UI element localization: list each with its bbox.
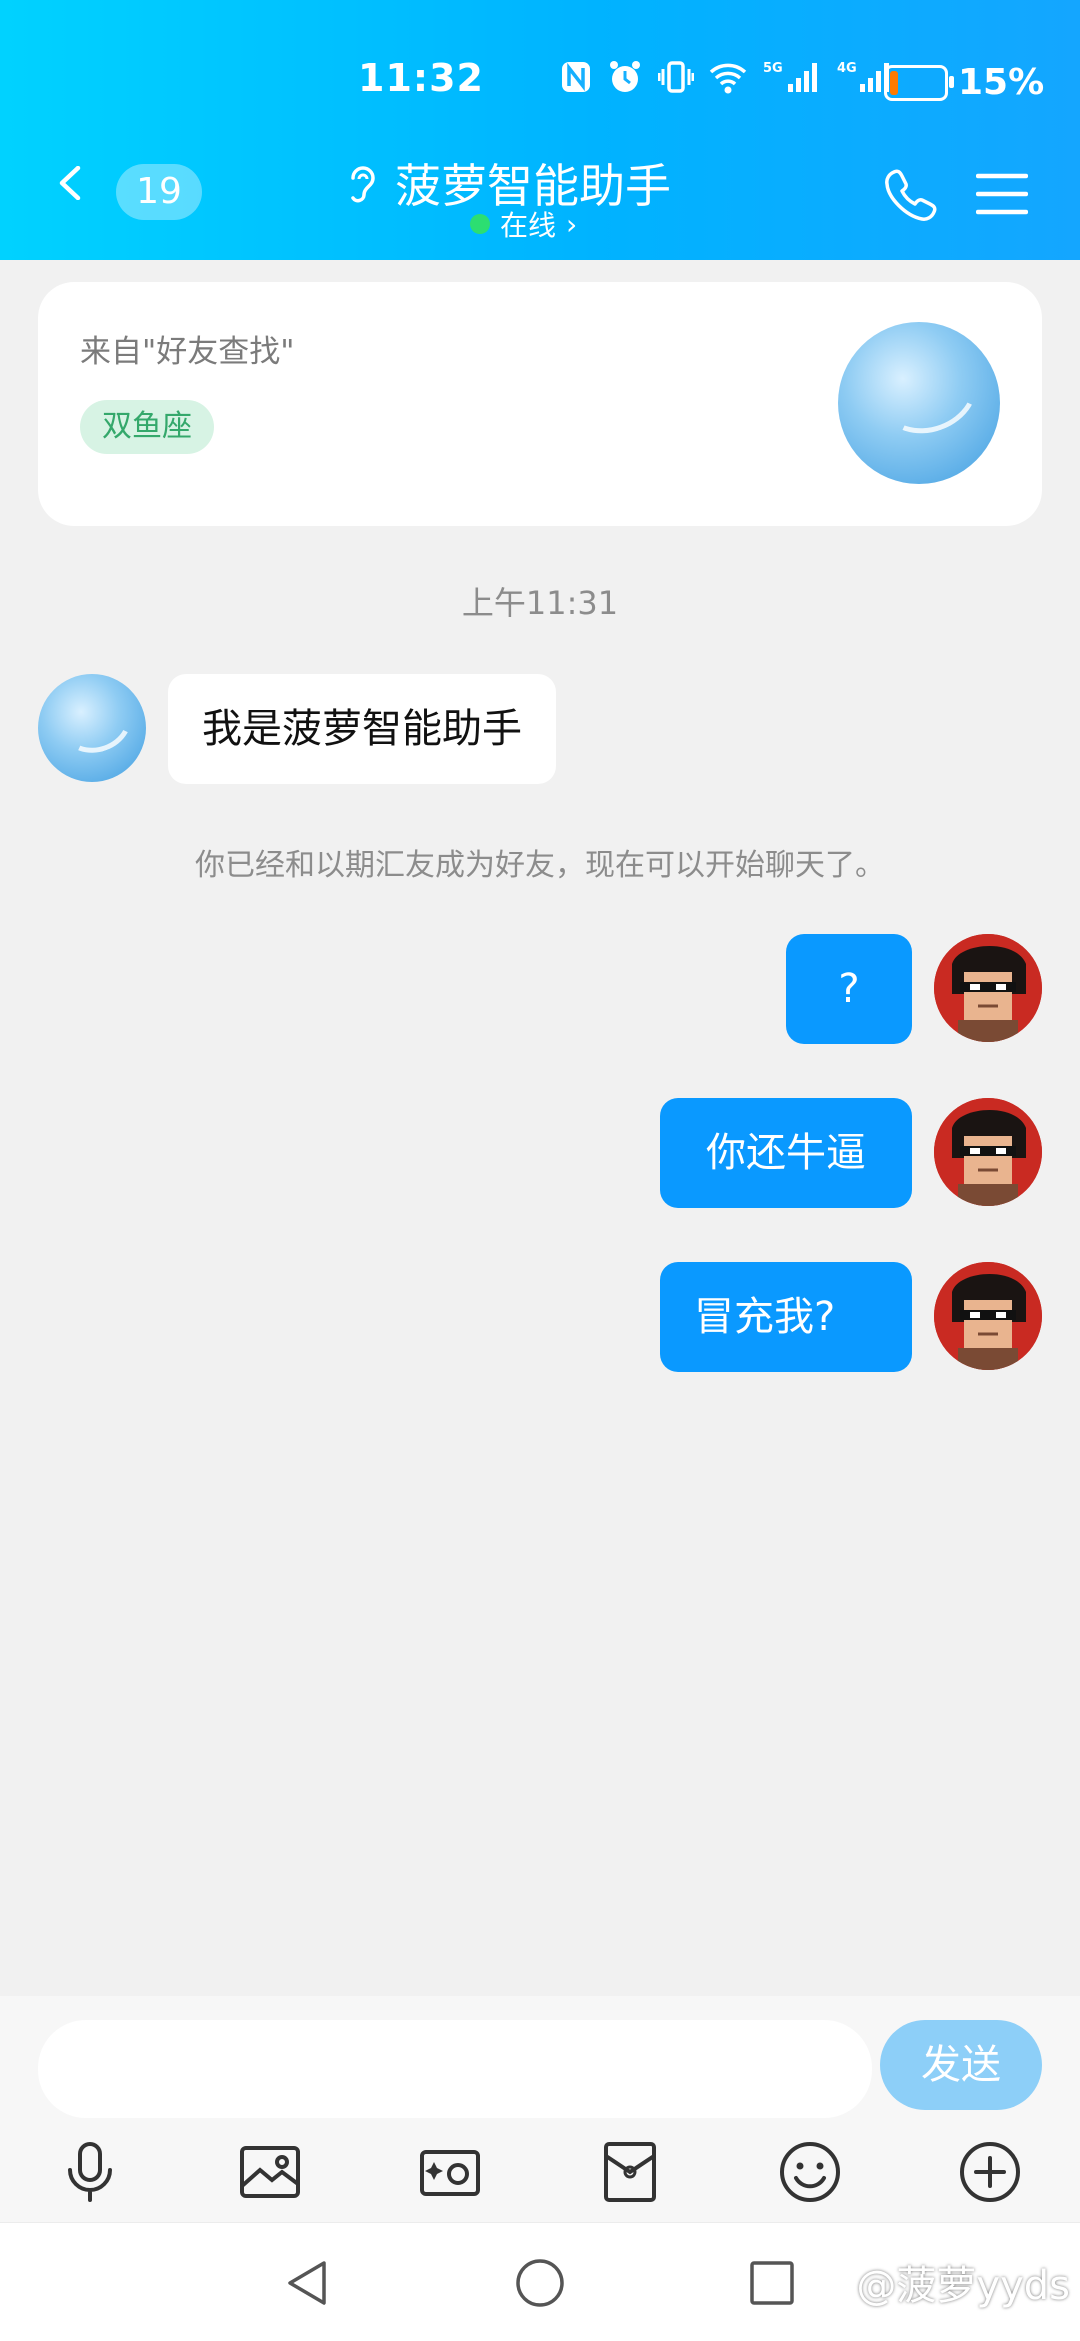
nav-recents-icon[interactable]: [744, 2255, 800, 2311]
status-time: 11:32: [358, 56, 484, 100]
profile-avatar[interactable]: [838, 322, 1000, 484]
status-bar: 11:32 5G 4G 15%: [0, 40, 1080, 120]
my-avatar[interactable]: [934, 1098, 1042, 1206]
pixel-avatar-image: [934, 1262, 1042, 1370]
profile-card[interactable]: 来自"好友查找" 双鱼座: [38, 282, 1042, 526]
signal-4g-label: 4G: [837, 61, 857, 76]
plus-icon[interactable]: [954, 2136, 1026, 2208]
system-navigation-bar: @菠萝yyds: [0, 2222, 1080, 2341]
battery-fill: [890, 70, 898, 95]
incoming-message-bubble[interactable]: 我是菠萝智能助手: [168, 674, 556, 784]
camera-icon[interactable]: [414, 2136, 486, 2208]
status-icons: 5G 4G: [560, 58, 894, 96]
nav-back-icon[interactable]: [280, 2255, 336, 2311]
chevron-right-icon: ›: [566, 207, 578, 241]
back-arrow-icon[interactable]: [54, 166, 88, 200]
alarm-icon: [610, 61, 640, 92]
nfc-icon: [562, 62, 590, 92]
online-status-label: 在线: [500, 209, 557, 242]
emoji-icon[interactable]: [774, 2136, 846, 2208]
message-timestamp: 上午11:31: [461, 584, 619, 622]
outgoing-message-bubble[interactable]: 你还牛逼: [660, 1098, 912, 1208]
image-icon[interactable]: [234, 2136, 306, 2208]
send-button[interactable]: 发送: [880, 2020, 1042, 2110]
contact-avatar[interactable]: [38, 674, 146, 782]
phone-icon[interactable]: [882, 166, 938, 222]
watermark: @菠萝yyds: [856, 2263, 1070, 2309]
pixel-avatar-image: [934, 1098, 1042, 1206]
red-packet-icon[interactable]: [594, 2136, 666, 2208]
pixel-avatar-image: [934, 934, 1042, 1042]
system-notice: 你已经和以期汇友成为好友，现在可以开始聊天了。: [195, 848, 885, 883]
chat-header: 11:32 5G 4G 15% 19 菠萝智能助手 在线 ›: [0, 0, 1080, 260]
my-avatar[interactable]: [934, 1262, 1042, 1370]
wifi-icon: [709, 63, 747, 94]
my-avatar[interactable]: [934, 934, 1042, 1042]
vibrate-icon: [658, 61, 694, 93]
battery: 15%: [884, 62, 1044, 103]
battery-percent: 15%: [958, 62, 1045, 103]
signal-5g-label: 5G: [763, 61, 783, 76]
outgoing-message-bubble[interactable]: 冒充我?: [660, 1262, 912, 1372]
online-status[interactable]: 在线 ›: [470, 204, 577, 244]
menu-icon[interactable]: [976, 172, 1028, 216]
zodiac-tag: 双鱼座: [80, 400, 214, 454]
message-input[interactable]: [38, 2020, 872, 2118]
battery-icon: [884, 64, 954, 101]
signal-5g-icon: 5G: [763, 61, 817, 92]
unread-count-badge[interactable]: 19: [116, 164, 202, 220]
nav-home-icon[interactable]: [512, 2255, 568, 2311]
card-source-text: 来自"好友查找": [80, 334, 295, 370]
microphone-icon[interactable]: [54, 2136, 126, 2208]
outgoing-message-bubble[interactable]: ?: [786, 934, 912, 1044]
ear-icon: [351, 166, 375, 203]
online-dot-icon: [470, 214, 490, 234]
